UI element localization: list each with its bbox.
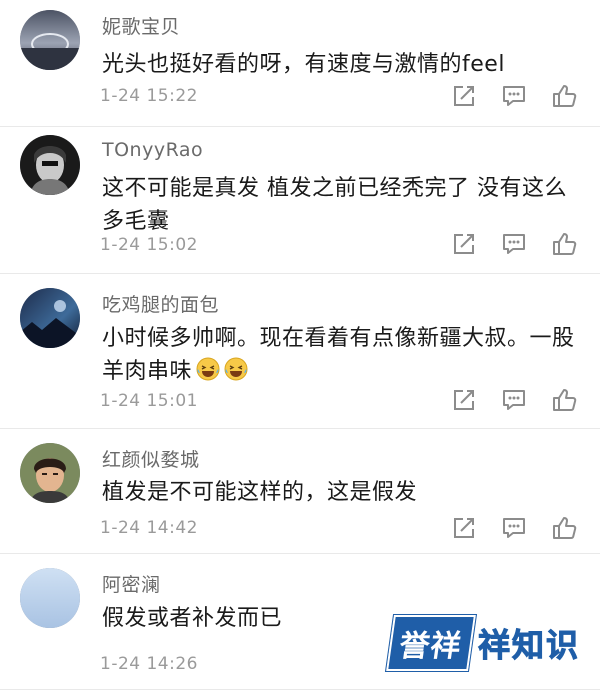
thumbs-up-icon[interactable] [550, 230, 578, 258]
share-icon[interactable] [450, 230, 478, 258]
watermark-text: 祥知识 [477, 626, 580, 665]
comment-actions [450, 386, 578, 414]
comment-actions [450, 82, 578, 110]
comment-text: 植发是不可能这样的，这是假发 [102, 480, 418, 505]
username[interactable]: TOnyyRao [102, 139, 203, 161]
comment-item: 吃鸡腿的面包 小时候多帅啊。现在看着有点像新疆大叔。一股羊肉串味 1-24 15… [0, 274, 600, 429]
laughing-emoji-icon [196, 357, 220, 381]
thumbs-up-icon[interactable] [550, 82, 578, 110]
watermark-logo: 誉祥 祥知识 [384, 614, 580, 672]
avatar[interactable] [20, 10, 80, 70]
timestamp: 1-24 14:42 [100, 518, 198, 538]
avatar[interactable] [20, 135, 80, 195]
timestamp: 1-24 15:22 [100, 86, 198, 106]
thumbs-up-icon[interactable] [550, 386, 578, 414]
timestamp: 1-24 15:01 [100, 391, 198, 411]
avatar[interactable] [20, 288, 80, 348]
comment-item: 妮歌宝贝 光头也挺好看的呀，有速度与激情的feel 1-24 15:22 [0, 0, 600, 127]
avatar[interactable] [20, 443, 80, 503]
comment-text: 光头也挺好看的呀，有速度与激情的feel [102, 52, 505, 77]
comment-icon[interactable] [500, 230, 528, 258]
thumbs-up-icon[interactable] [550, 514, 578, 542]
comment-item: 红颜似婺城 植发是不可能这样的，这是假发 1-24 14:42 [0, 429, 600, 554]
comment-text: 小时候多帅啊。现在看着有点像新疆大叔。一股羊肉串味 [102, 322, 587, 388]
timestamp: 1-24 14:26 [100, 654, 198, 674]
comment-actions [450, 514, 578, 542]
watermark-badge: 誉祥 [384, 614, 478, 672]
laughing-emoji-icon [224, 357, 248, 381]
comment-text: 这不可能是真发 植发之前已经秃完了 没有这么多毛囊 [102, 176, 567, 234]
username[interactable]: 吃鸡腿的面包 [102, 290, 219, 317]
avatar[interactable] [20, 568, 80, 628]
username[interactable]: 红颜似婺城 [102, 445, 200, 472]
share-icon[interactable] [450, 386, 478, 414]
comment-actions [450, 230, 578, 258]
comment-text-body: 小时候多帅啊。现在看着有点像新疆大叔。一股羊肉串味 [102, 326, 575, 384]
username[interactable]: 妮歌宝贝 [102, 12, 180, 39]
share-icon[interactable] [450, 82, 478, 110]
comment-item: TOnyyRao 这不可能是真发 植发之前已经秃完了 没有这么多毛囊 1-24 … [0, 127, 600, 274]
username[interactable]: 阿密澜 [102, 570, 161, 597]
comment-icon[interactable] [500, 514, 528, 542]
comment-icon[interactable] [500, 386, 528, 414]
timestamp: 1-24 15:02 [100, 235, 198, 255]
comment-icon[interactable] [500, 82, 528, 110]
share-icon[interactable] [450, 514, 478, 542]
